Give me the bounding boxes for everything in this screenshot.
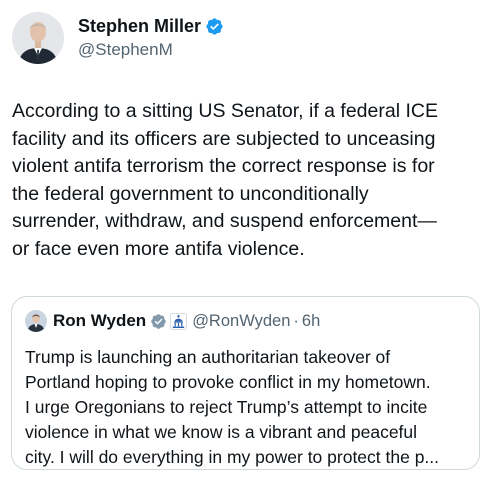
quoted-tweet-header: Ron Wyden @RonWyden · 6h [25,310,320,332]
quoted-author-display-name[interactable]: Ron Wyden [53,311,146,331]
quoted-text-line: city. I will do everything in my power t… [25,447,440,467]
capitol-building-icon [170,312,188,330]
tweet-text-line: facility and its officers are subjected … [12,127,436,150]
quoted-tweet-text: Trump is launching an authoritarian take… [25,345,470,470]
avatar[interactable] [12,12,64,64]
quoted-tweet-timestamp[interactable]: 6h [302,312,320,331]
tweet-text: According to a sitting US Senator, if a … [12,98,482,263]
verified-badge-icon [205,17,224,36]
author-handle[interactable]: @StephenM [78,39,224,61]
tweet-text-line: According to a sitting US Senator, if a … [12,100,438,122]
quoted-text-line: I urge Oregonians to reject Trump’s atte… [25,397,428,417]
quoted-avatar[interactable] [25,310,47,332]
avatar-portrait-icon [12,12,64,64]
tweet-text-line: violent antifa terrorism the correct res… [12,155,435,177]
tweet-text-line: or face even more antifa violence. [12,237,305,260]
tweet-header: Stephen Miller @StephenM [12,12,224,64]
quoted-tweet-card[interactable]: Ron Wyden @RonWyden · 6h Trump is launch [11,296,480,470]
gray-verified-badge-icon [150,313,167,330]
separator-dot: · [293,311,299,330]
tweet-text-line: surrender, withdraw, and suspend enforce… [12,210,437,232]
quoted-avatar-portrait-icon [25,310,47,332]
author-names: Stephen Miller @StephenM [78,15,224,61]
quoted-author-handle[interactable]: @RonWyden [192,312,290,331]
quoted-text-line: Trump is launching an authoritarian take… [25,347,391,367]
quoted-text-line: Portland hoping to provoke conflict in m… [25,372,431,392]
author-display-name[interactable]: Stephen Miller [78,15,201,37]
tweet-text-line: the federal government to unconditionall… [12,182,369,205]
name-row: Stephen Miller [78,15,224,37]
quoted-text-line: violence in what we know is a vibrant an… [25,422,418,442]
